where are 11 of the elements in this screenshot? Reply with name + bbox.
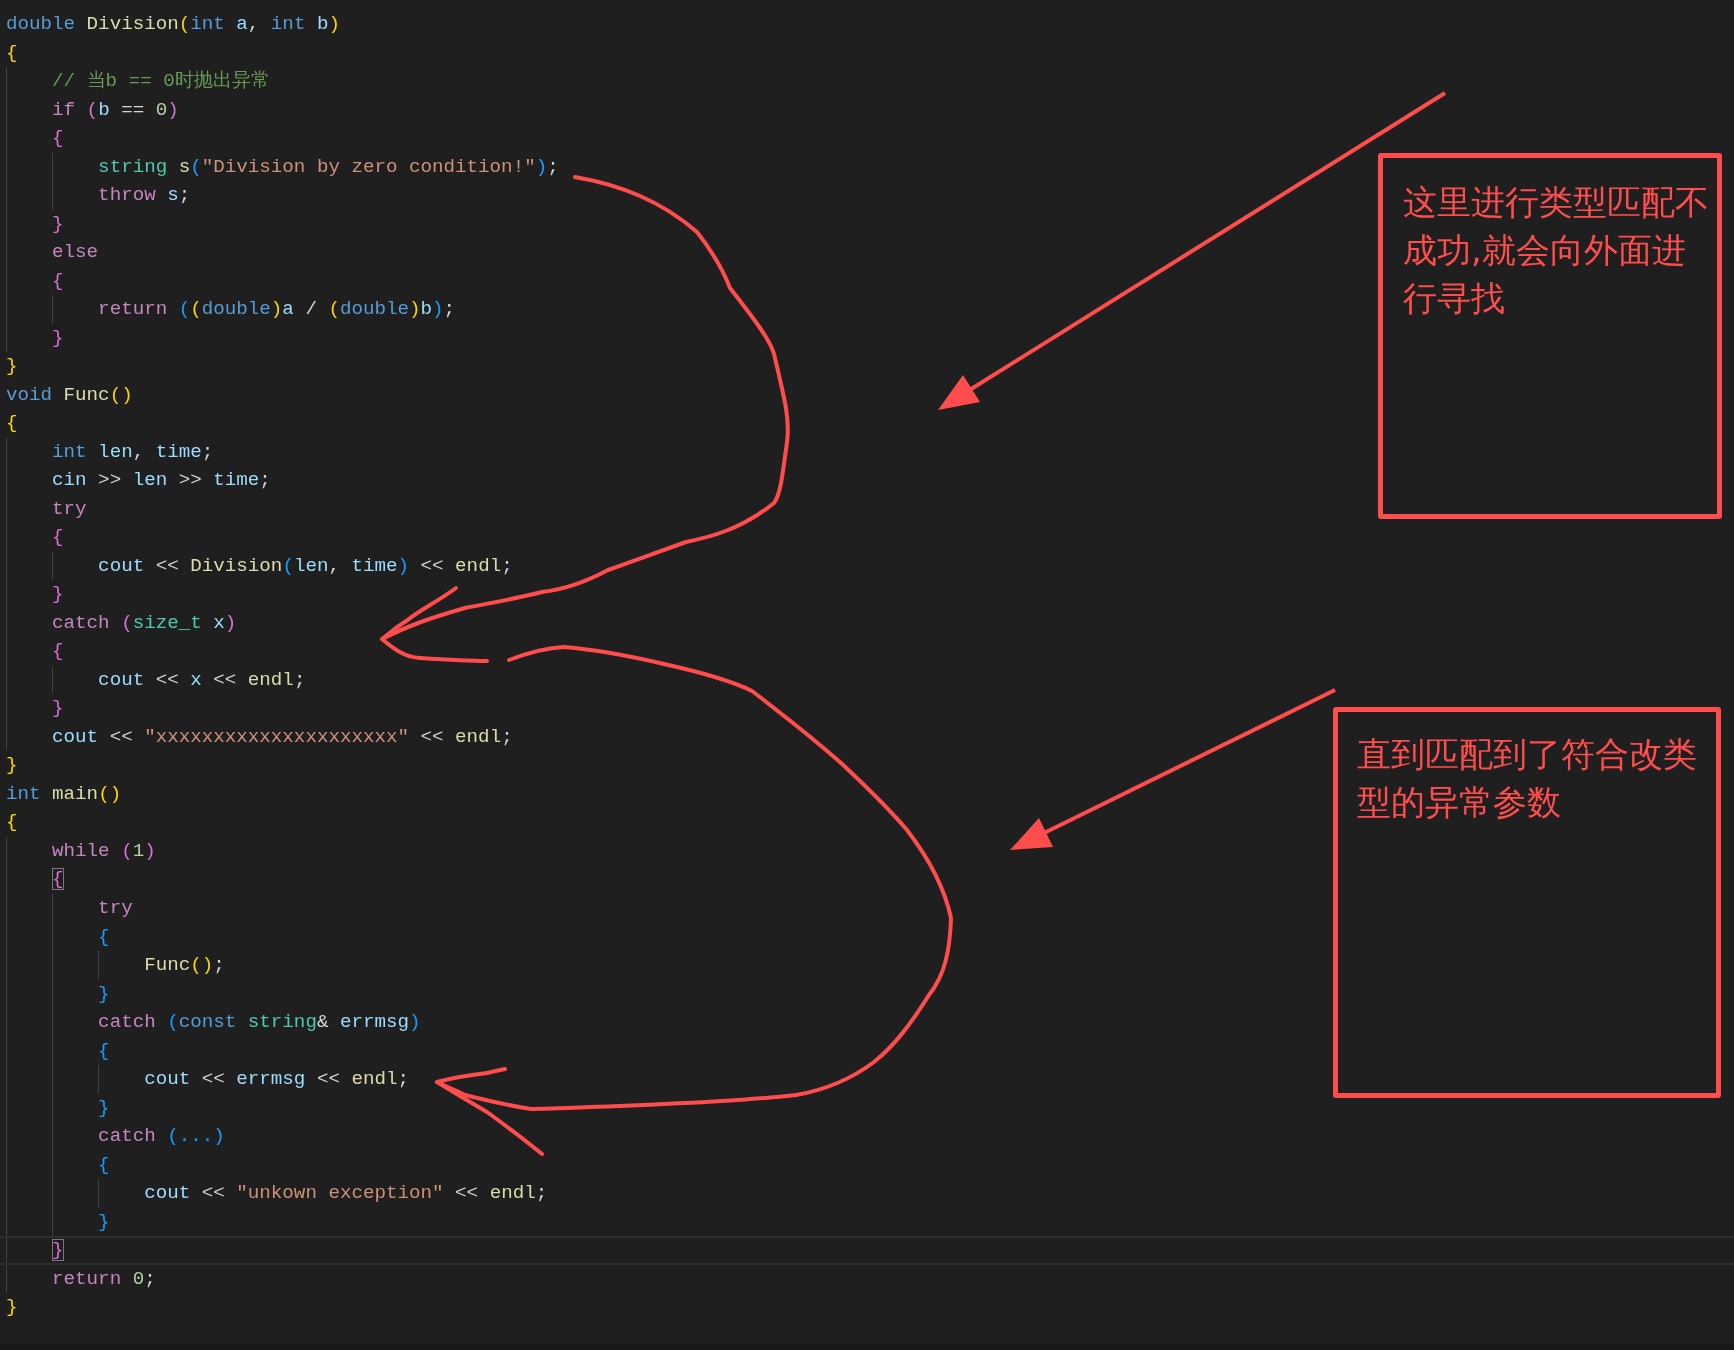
code-line: } xyxy=(5,354,18,380)
code-line: void Func() xyxy=(5,382,133,408)
code-line: } xyxy=(5,1295,18,1321)
annotation-text: 这里进行类型匹配不成功,就会向外面进行寻找 xyxy=(1403,181,1709,320)
code-line: } xyxy=(5,753,18,779)
annotation-text: 直到匹配到了符合改类型的异常参数 xyxy=(1357,733,1697,824)
code-line: double Division(int a, int b) xyxy=(5,12,340,37)
code-line: { xyxy=(5,810,18,836)
code-line: { xyxy=(5,40,18,66)
code-line: { xyxy=(5,411,18,437)
code-line: int main() xyxy=(5,781,122,807)
